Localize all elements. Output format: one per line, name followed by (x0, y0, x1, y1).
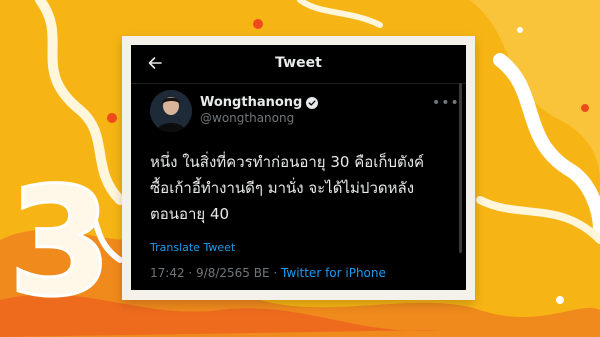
more-options-icon[interactable]: ••• (432, 95, 460, 111)
tweet-screen: Tweet Wongthanong @wongthanong ••• หนึ่ง… (131, 45, 466, 290)
tweet-source-link[interactable]: Twitter for iPhone (281, 266, 386, 280)
tweet-metadata: 17:42 · 9/8/2565 BE · Twitter for iPhone (150, 266, 386, 280)
tweet-date: 9/8/2565 BE (196, 266, 270, 280)
background-decor-numeral: 3 (6, 156, 113, 330)
avatar[interactable] (150, 90, 192, 132)
meta-separator: · (269, 266, 282, 280)
scrollbar[interactable] (459, 83, 462, 253)
profile-photo (150, 90, 192, 132)
verified-badge-icon (306, 96, 319, 109)
page-title: Tweet (275, 55, 322, 71)
author-name-text: Wongthanong (200, 95, 303, 110)
tweet-text-line: ตอนอายุ 40 (150, 205, 230, 223)
tweet-text-line: หนึ่ง ในสิ่งที่ควรทำก่อนอายุ 30 คือเก็บต… (150, 153, 425, 171)
tweet-text-line: ซื้อเก้าอี้ทำงานดีๆ มานั่ง จะได้ไม่ปวดหล… (150, 179, 415, 197)
tweet-text: หนึ่ง ในสิ่งที่ควรทำก่อนอายุ 30 คือเก็บต… (150, 149, 460, 227)
meta-separator: · (184, 266, 197, 280)
translate-tweet-link[interactable]: Translate Tweet (150, 241, 235, 254)
author-handle[interactable]: @wongthanong (200, 111, 294, 125)
tweet-time: 17:42 (150, 266, 185, 280)
top-bar: Tweet (131, 45, 466, 83)
header-divider (131, 83, 466, 84)
author-name[interactable]: Wongthanong (200, 95, 319, 110)
